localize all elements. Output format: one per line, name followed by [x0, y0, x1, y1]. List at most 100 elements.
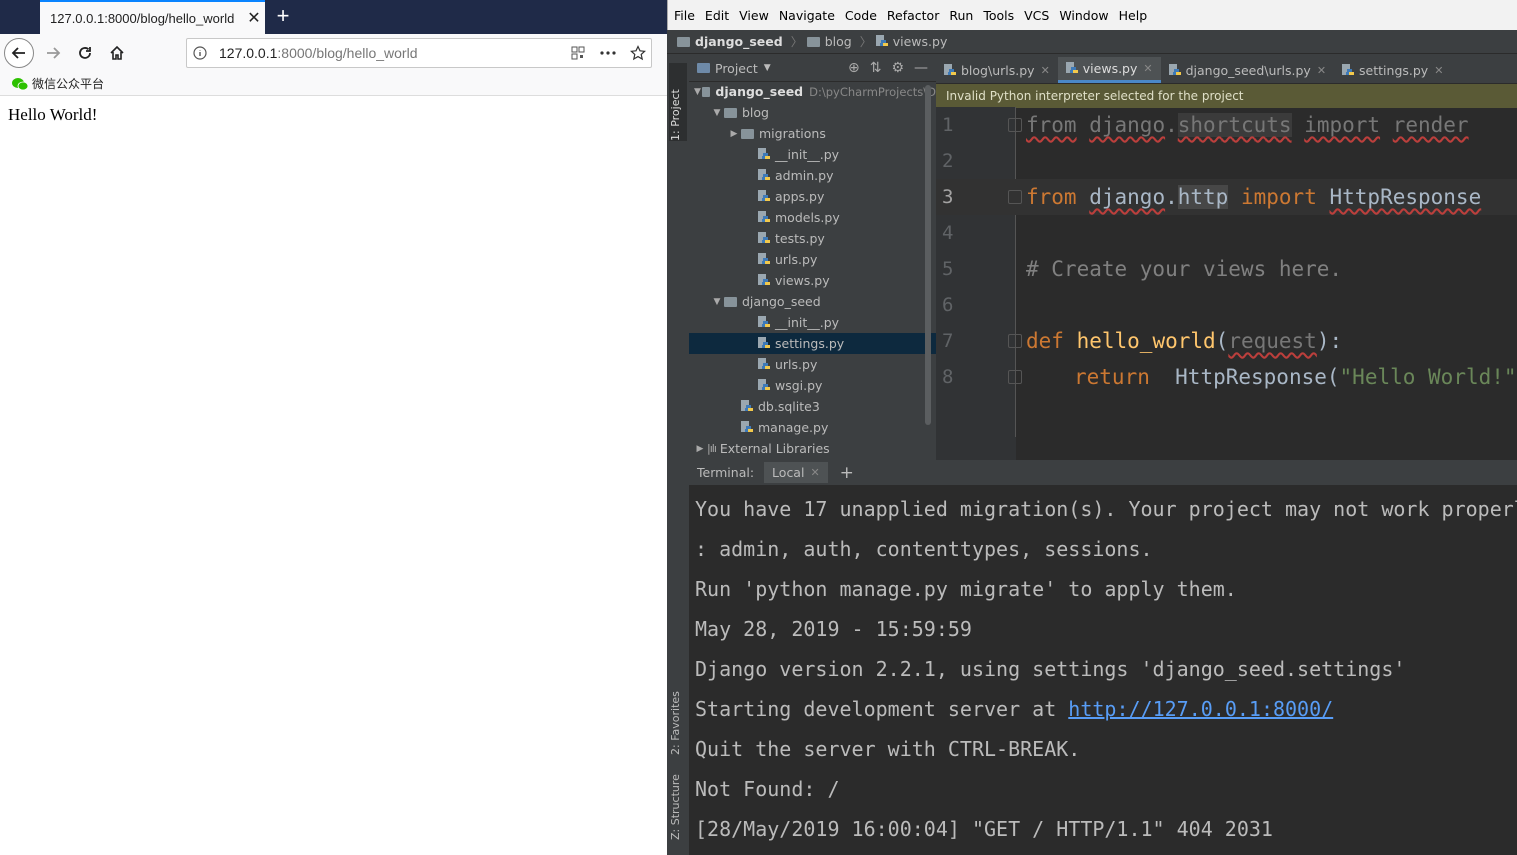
- chevron-right-icon[interactable]: ▶: [693, 444, 707, 454]
- menu-navigate[interactable]: Navigate: [779, 8, 835, 23]
- reload-button[interactable]: [70, 38, 100, 68]
- chevron-down-icon[interactable]: ▼: [710, 108, 724, 118]
- fold-marker-icon[interactable]: [1008, 118, 1022, 132]
- menu-vcs[interactable]: VCS: [1024, 8, 1049, 23]
- menu-run[interactable]: Run: [949, 8, 973, 23]
- info-icon[interactable]: [187, 40, 213, 66]
- tool-window-strip: 1: Project 2: Favorites Z: Structure: [667, 55, 690, 855]
- code-token: HttpResponse: [1329, 185, 1482, 209]
- code-comment: # Create your views here.: [1026, 257, 1343, 281]
- tree-item-label: db.sqlite3: [758, 399, 820, 414]
- project-view-selector[interactable]: Project: [715, 61, 758, 76]
- menu-tools[interactable]: Tools: [983, 8, 1014, 23]
- tree-item[interactable]: urls.py: [689, 354, 936, 375]
- fold-marker-icon[interactable]: [1008, 190, 1022, 204]
- close-icon[interactable]: ✕: [1143, 62, 1152, 75]
- home-button[interactable]: [102, 38, 132, 68]
- tree-item[interactable]: settings.py: [689, 333, 936, 354]
- server-url-link[interactable]: http://127.0.0.1:8000/: [1068, 697, 1333, 721]
- project-tree: ▼ django_seed D:\pyCharmProjects\D ▼ blog ▶ mi…: [689, 81, 936, 460]
- minimize-icon[interactable]: —: [914, 60, 928, 76]
- tree-item[interactable]: manage.py: [689, 417, 936, 438]
- locate-icon[interactable]: ⊕: [848, 60, 860, 76]
- menu-view[interactable]: View: [739, 8, 769, 23]
- tree-item[interactable]: views.py: [689, 270, 936, 291]
- menu-edit[interactable]: Edit: [705, 8, 729, 23]
- tree-item[interactable]: models.py: [689, 207, 936, 228]
- bookmark-wechat[interactable]: 微信公众平台: [12, 75, 104, 92]
- editor-tab-seed-urls[interactable]: django_seed\urls.py ✕: [1161, 57, 1334, 83]
- code-token: from: [1026, 185, 1077, 209]
- tree-item[interactable]: admin.py: [689, 165, 936, 186]
- bookmark-star-icon[interactable]: [625, 40, 651, 66]
- browser-tabstrip: 127.0.0.1:8000/blog/hello_world ✕ +: [0, 0, 667, 34]
- code-token: HttpResponse: [1175, 365, 1327, 389]
- code-token: .: [1165, 113, 1178, 137]
- interpreter-warning-bar[interactable]: Invalid Python interpreter selected for …: [936, 84, 1517, 108]
- menu-window[interactable]: Window: [1059, 8, 1108, 23]
- tree-scrollbar[interactable]: [925, 85, 931, 425]
- browser-tab[interactable]: 127.0.0.1:8000/blog/hello_world ✕: [40, 0, 265, 34]
- new-tab-button[interactable]: +: [270, 3, 296, 29]
- forward-button[interactable]: [38, 38, 68, 68]
- tree-item[interactable]: ▼ blog: [689, 102, 936, 123]
- breadcrumb-file[interactable]: views.py: [875, 34, 947, 49]
- url-text[interactable]: 127.0.0.1:8000/blog/hello_world: [213, 45, 565, 61]
- tab-close-icon[interactable]: ✕: [243, 8, 265, 28]
- editor-tab-settings[interactable]: settings.py ✕: [1334, 57, 1451, 83]
- reload-icon: [79, 47, 91, 59]
- tree-item[interactable]: ▼ django_seed D:\pyCharmProjects\D: [689, 81, 936, 102]
- url-host: 127.0.0.1: [219, 45, 278, 61]
- address-bar[interactable]: 127.0.0.1:8000/blog/hello_world: [186, 38, 652, 68]
- collapse-all-icon[interactable]: ⇅: [870, 60, 882, 76]
- tool-tab-project[interactable]: 1: Project: [669, 63, 687, 141]
- tree-item[interactable]: ▶ migrations: [689, 123, 936, 144]
- fold-marker-icon[interactable]: [1008, 370, 1022, 384]
- code-editor[interactable]: 1 from django.shortcuts import render 2 …: [936, 107, 1517, 460]
- browser-window: 127.0.0.1:8000/blog/hello_world ✕ + 127.…: [0, 0, 667, 855]
- gear-icon[interactable]: ⚙: [891, 60, 904, 76]
- menu-refactor[interactable]: Refactor: [887, 8, 939, 23]
- chevron-down-icon[interactable]: ▼: [764, 63, 771, 73]
- chevron-right-icon[interactable]: ▶: [727, 129, 741, 139]
- menu-help[interactable]: Help: [1119, 8, 1148, 23]
- tree-item[interactable]: tests.py: [689, 228, 936, 249]
- editor-tab-views[interactable]: views.py ✕: [1057, 57, 1161, 83]
- new-terminal-button[interactable]: +: [840, 463, 854, 483]
- breadcrumb-project[interactable]: django_seed: [677, 34, 783, 49]
- back-button[interactable]: [4, 38, 34, 68]
- project-view-icon: [697, 63, 710, 73]
- terminal-label: Terminal:: [697, 465, 755, 480]
- line-number: 5: [942, 258, 954, 280]
- close-icon[interactable]: ✕: [810, 466, 819, 479]
- close-icon[interactable]: ✕: [1041, 64, 1050, 77]
- folder-icon: [741, 128, 754, 139]
- tree-item[interactable]: urls.py: [689, 249, 936, 270]
- tree-item[interactable]: ▼ django_seed: [689, 291, 936, 312]
- tool-tab-structure[interactable]: Z: Structure: [669, 760, 687, 840]
- tree-item[interactable]: __init__.py: [689, 144, 936, 165]
- chevron-down-icon[interactable]: ▼: [710, 297, 724, 307]
- editor-tab-blog-urls[interactable]: blog\urls.py ✕: [936, 57, 1058, 83]
- breadcrumb-folder[interactable]: blog: [806, 34, 852, 49]
- line-number: 7: [942, 330, 954, 352]
- chevron-down-icon[interactable]: ▼: [693, 87, 702, 97]
- page-actions-icon[interactable]: [591, 40, 625, 66]
- terminal-output[interactable]: You have 17 unapplied migration(s). Your…: [689, 485, 1517, 855]
- qr-code-icon[interactable]: [565, 40, 591, 66]
- tree-item[interactable]: db.sqlite3: [689, 396, 936, 417]
- project-panel-header: Project ▼ ⊕ ⇅ ⚙ —: [689, 55, 936, 82]
- line-number: 6: [942, 294, 954, 316]
- tree-item[interactable]: apps.py: [689, 186, 936, 207]
- close-icon[interactable]: ✕: [1434, 64, 1443, 77]
- python-file-icon: [758, 253, 770, 264]
- close-icon[interactable]: ✕: [1317, 64, 1326, 77]
- tree-item[interactable]: wsgi.py: [689, 375, 936, 396]
- fold-marker-icon[interactable]: [1008, 334, 1022, 348]
- terminal-tab-local[interactable]: Local ✕: [764, 462, 828, 483]
- menu-code[interactable]: Code: [845, 8, 877, 23]
- menu-file[interactable]: File: [674, 8, 695, 23]
- tree-item[interactable]: __init__.py: [689, 312, 936, 333]
- tool-tab-favorites[interactable]: 2: Favorites: [669, 665, 687, 755]
- tree-item[interactable]: ▶ |ılı External Libraries: [689, 438, 936, 459]
